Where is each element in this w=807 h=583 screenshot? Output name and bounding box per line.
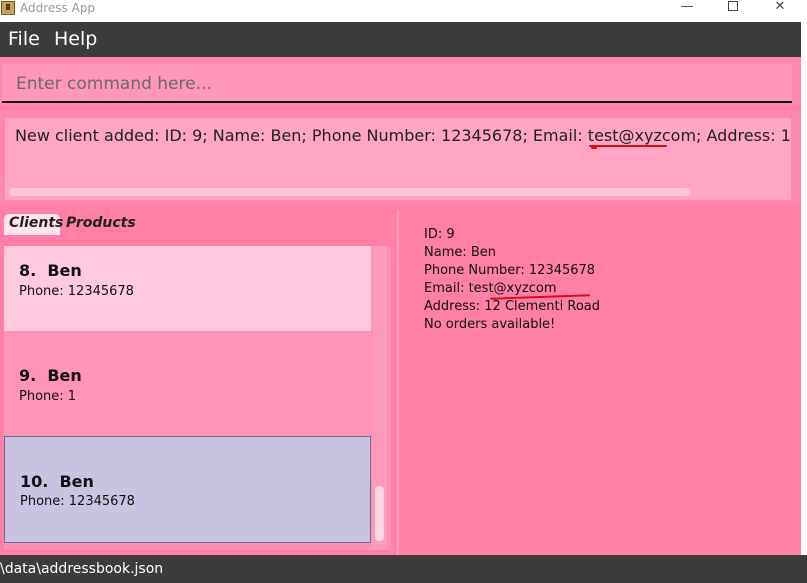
window-title: Address App bbox=[20, 1, 96, 15]
detail-phone: Phone Number: 12345678 bbox=[424, 263, 596, 278]
status-bar: \data\addressbook.json bbox=[0, 555, 807, 583]
minimize-icon: — bbox=[680, 0, 694, 14]
client-list: 8. Ben Phone: 12345678 9. Ben Phone: 1 1… bbox=[4, 246, 391, 550]
command-input[interactable] bbox=[16, 72, 776, 96]
client-name: 9. Ben bbox=[19, 366, 82, 385]
minimize-button[interactable]: — bbox=[664, 0, 710, 22]
client-phone: Phone: 12345678 bbox=[19, 284, 134, 299]
status-file-path: \data\addressbook.json bbox=[0, 561, 164, 577]
scrollbar-thumb[interactable] bbox=[375, 486, 384, 541]
list-item[interactable]: 9. Ben Phone: 1 bbox=[4, 331, 371, 436]
detail-id: ID: 9 bbox=[424, 227, 455, 242]
detail-orders: No orders available! bbox=[424, 317, 556, 332]
close-button[interactable]: ✕ bbox=[757, 0, 803, 22]
list-item-selected[interactable]: 10. Ben Phone: 12345678 bbox=[4, 436, 371, 543]
client-phone: Phone: 1 bbox=[19, 389, 77, 404]
annotation-underline bbox=[589, 145, 667, 147]
result-message: New client added: ID: 9; Name: Ben; Phon… bbox=[15, 126, 791, 145]
list-item[interactable]: 8. Ben Phone: 12345678 bbox=[4, 246, 371, 331]
horizontal-scrollbar[interactable] bbox=[9, 188, 691, 196]
menu-file[interactable]: File bbox=[8, 28, 40, 50]
client-list-panel: Clients Products 8. Ben Phone: 12345678 … bbox=[0, 210, 397, 555]
result-area: New client added: ID: 9; Name: Ben; Phon… bbox=[0, 110, 801, 205]
client-phone: Phone: 12345678 bbox=[20, 494, 135, 509]
tab-products[interactable]: Products bbox=[66, 214, 136, 235]
maximize-button[interactable] bbox=[710, 0, 756, 22]
command-area bbox=[0, 57, 801, 107]
detail-name: Name: Ben bbox=[424, 245, 497, 260]
menu-help[interactable]: Help bbox=[54, 28, 97, 50]
annotation-underline bbox=[591, 147, 597, 149]
window-edge bbox=[801, 22, 807, 555]
close-icon: ✕ bbox=[774, 0, 786, 14]
client-name: 10. Ben bbox=[20, 472, 94, 491]
client-name: 8. Ben bbox=[19, 261, 82, 280]
result-display: New client added: ID: 9; Name: Ben; Phon… bbox=[5, 118, 791, 200]
menu-bar: File Help bbox=[0, 22, 807, 57]
title-bar: Address App — ✕ bbox=[0, 0, 807, 22]
tab-clients[interactable]: Clients bbox=[4, 214, 63, 235]
command-box bbox=[2, 64, 792, 103]
client-detail-panel: ID: 9 Name: Ben Phone Number: 12345678 E… bbox=[399, 210, 807, 555]
maximize-icon bbox=[728, 1, 738, 11]
detail-address: Address: 12 Clementi Road bbox=[424, 299, 601, 314]
app-icon bbox=[1, 1, 15, 15]
